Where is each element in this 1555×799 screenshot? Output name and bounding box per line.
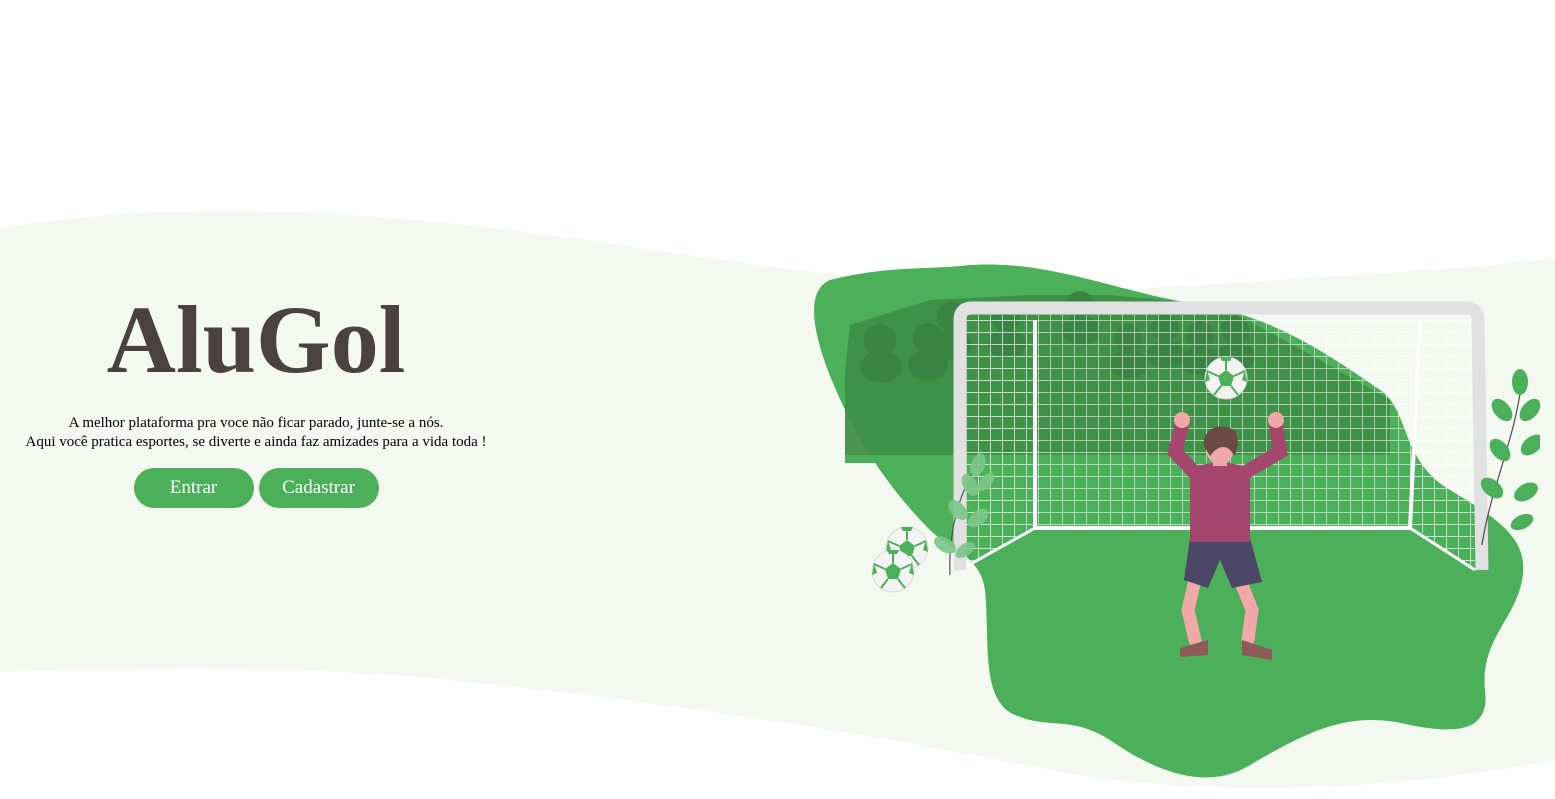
brand-title: AluGol [106, 286, 406, 393]
login-button[interactable]: Entrar [133, 468, 254, 508]
hero-actions: Entrar Cadastrar [0, 468, 512, 508]
signup-button[interactable]: Cadastrar [258, 468, 379, 508]
hero-section: AluGol A melhor plataforma pra voce não … [0, 280, 512, 508]
tagline-line-1: A melhor plataforma pra voce não ficar p… [68, 415, 444, 431]
soccer-ball-icon [1204, 356, 1248, 400]
soccer-ball-icon [871, 549, 915, 593]
goalkeeper-soccer-illustration [814, 264, 1540, 778]
tagline: A melhor plataforma pra voce não ficar p… [0, 414, 512, 452]
landing-page: AluGol A melhor plataforma pra voce não … [0, 0, 1555, 799]
tagline-line-2: Aqui você pratica esportes, se diverte e… [25, 434, 487, 450]
